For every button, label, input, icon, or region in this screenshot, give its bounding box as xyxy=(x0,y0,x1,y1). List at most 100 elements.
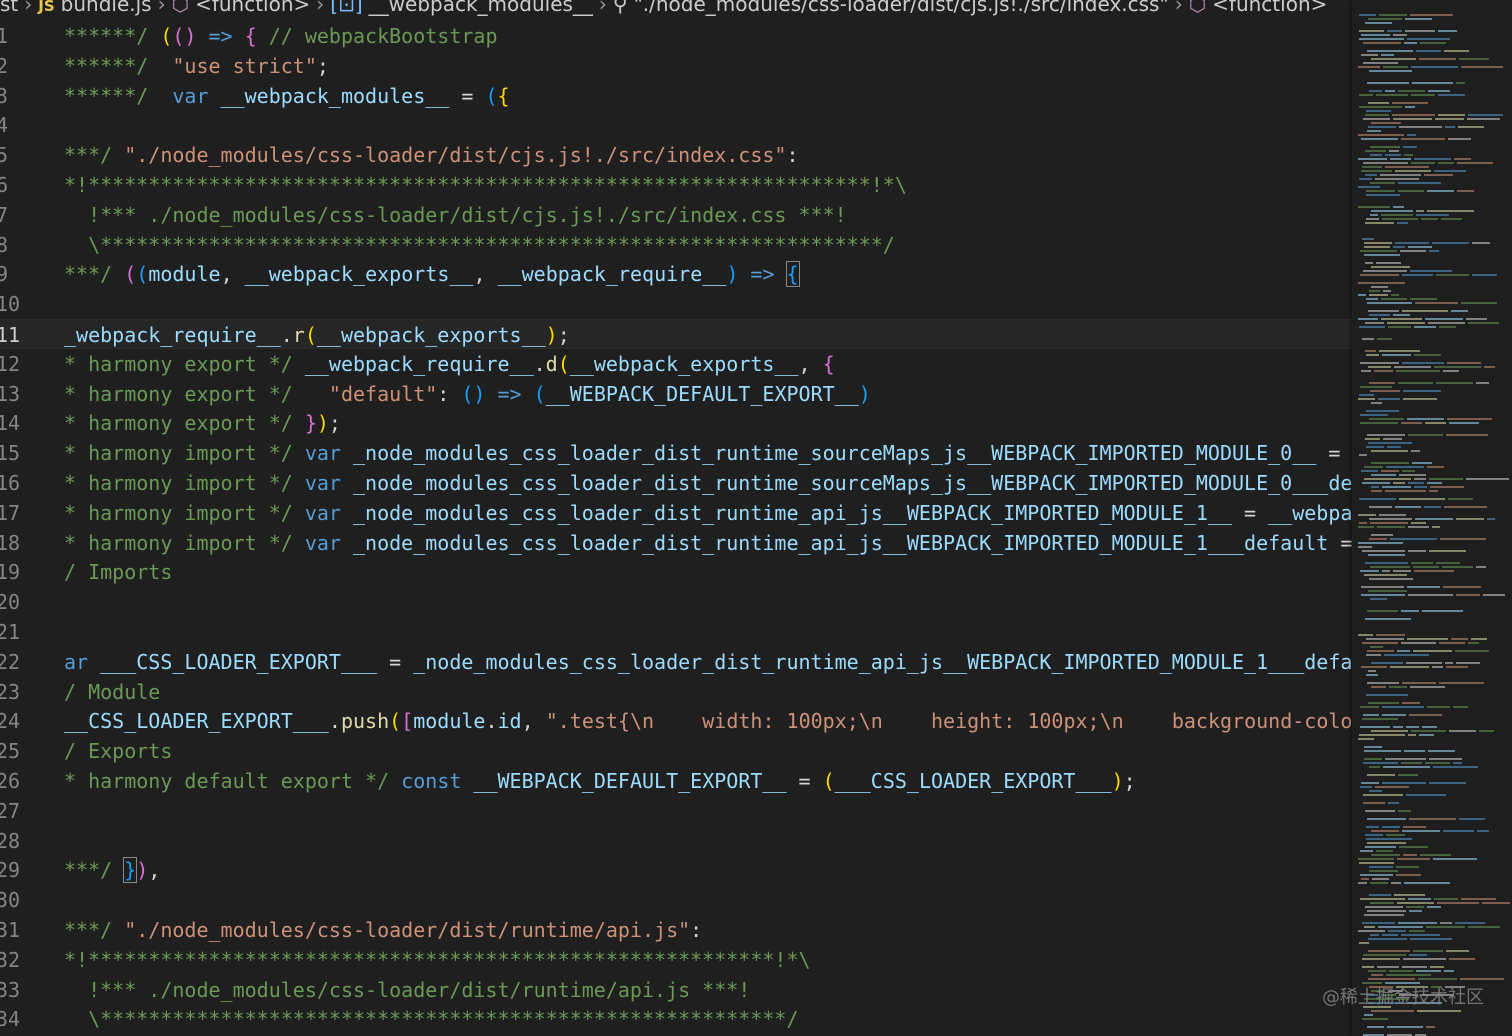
code-line[interactable]: 11 _webpack_require__.r(__webpack_exports… xyxy=(0,319,1352,349)
code-token: !*** ./node_modules/css-loader/dist/runt… xyxy=(64,977,751,1002)
minimap-line xyxy=(1468,322,1499,324)
code-line[interactable]: 24 __CSS_LOADER_EXPORT___.push([module.id… xyxy=(0,706,1352,736)
code-line[interactable]: 14 * harmony export */ }); xyxy=(0,408,1352,438)
code-line[interactable]: 10 xyxy=(0,289,1352,319)
minimap-line xyxy=(1364,750,1401,752)
code-text: ******/ "use strict"; xyxy=(64,51,329,81)
code-line[interactable]: 20 xyxy=(0,587,1352,617)
minimap-line xyxy=(1399,498,1445,500)
minimap-line xyxy=(1359,326,1385,328)
breadcrumb-item[interactable]: ⚲ "./node_modules/css-loader/dist/cjs.js!… xyxy=(613,0,1169,16)
code-line[interactable]: 29 ***/ }), xyxy=(0,855,1352,885)
minimap-line xyxy=(1393,314,1410,316)
code-editor[interactable]: 1 ******/ (() => { // webpackBootstrap 2 **… xyxy=(0,21,1352,1036)
code-line[interactable]: 9 ***/ ((module, __webpack_exports__, __w… xyxy=(0,259,1352,289)
code-text: * harmony import */ var _node_modules_cs… xyxy=(64,528,1352,558)
code-token: var xyxy=(304,471,341,495)
code-line[interactable]: 27 xyxy=(0,796,1352,826)
minimap[interactable] xyxy=(1352,0,1512,1036)
minimap-line xyxy=(1409,714,1442,716)
minimap-line xyxy=(1370,390,1400,392)
chevron-right-icon: › xyxy=(24,0,33,16)
minimap-line xyxy=(1432,242,1469,244)
code-line[interactable]: 8 \*************************************… xyxy=(0,230,1352,260)
breadcrumb-item[interactable]: st xyxy=(0,0,18,16)
minimap-line xyxy=(1369,870,1398,872)
minimap-line xyxy=(1476,566,1486,568)
minimap-line xyxy=(1402,274,1433,276)
minimap-line xyxy=(1361,470,1378,472)
code-line[interactable]: 3 ******/ var __webpack_modules__ = ({ xyxy=(0,81,1352,111)
code-line[interactable]: 2 ******/ "use strict"; xyxy=(0,51,1352,81)
code-line[interactable]: 26 * harmony default export */ const __WE… xyxy=(0,766,1352,796)
minimap-line xyxy=(1449,730,1476,732)
minimap-line xyxy=(1449,422,1479,424)
minimap-line xyxy=(1407,586,1440,588)
minimap-line xyxy=(1366,194,1400,196)
code-text: * harmony import */ var _node_modules_cs… xyxy=(64,468,1352,498)
code-line[interactable]: 33 !*** ./node_modules/css-loader/dist/r… xyxy=(0,975,1352,1005)
code-line[interactable]: 5 ***/ "./node_modules/css-loader/dist/cj… xyxy=(0,140,1352,170)
minimap-line xyxy=(1369,294,1388,296)
code-line[interactable]: 4 xyxy=(0,110,1352,140)
breadcrumb-item[interactable]: [⊡] __webpack_modules__ xyxy=(330,0,593,16)
code-token: , xyxy=(798,351,823,376)
line-number: 11 xyxy=(0,323,21,347)
code-line[interactable]: 13 * harmony export */ "default": () => (… xyxy=(0,379,1352,409)
minimap-line xyxy=(1398,182,1441,184)
code-line[interactable]: 25 / Exports xyxy=(0,736,1352,766)
minimap-line xyxy=(1380,174,1421,176)
code-line[interactable]: 16 * harmony import */ var _node_modules_… xyxy=(0,468,1352,498)
code-line[interactable]: 23 / Module xyxy=(0,677,1352,707)
code-line[interactable]: 6 *!*************************************… xyxy=(0,170,1352,200)
code-line[interactable]: 34 \************************************… xyxy=(0,1004,1352,1034)
code-token: => xyxy=(196,24,245,48)
breadcrumb: st › JS bundle.js › ⬡ <function> › [⊡] __webpack_… xyxy=(0,0,1512,18)
code-token: * harmony export */ xyxy=(64,411,305,436)
minimap-line xyxy=(1424,174,1453,176)
minimap-line xyxy=(1360,422,1398,424)
breadcrumb-item[interactable]: ⬡ <function> xyxy=(172,0,311,16)
code-line[interactable]: 22 ar ___CSS_LOADER_EXPORT___ = _node_mod… xyxy=(0,647,1352,677)
minimap-line xyxy=(1468,642,1479,644)
function-cube-icon: ⬡ xyxy=(1188,0,1207,16)
code-line[interactable]: 18 * harmony import */ var _node_modules_… xyxy=(0,528,1352,558)
code-line[interactable]: 28 xyxy=(0,826,1352,856)
minimap-line xyxy=(1455,922,1485,924)
minimap-line xyxy=(1439,326,1456,328)
minimap-line xyxy=(1388,326,1411,328)
code-line[interactable]: 19 / Imports xyxy=(0,557,1352,587)
minimap-line xyxy=(1379,514,1406,516)
code-line[interactable]: 31 ***/ "./node_modules/css-loader/dist/r… xyxy=(0,915,1352,945)
line-number: 22 xyxy=(0,649,21,674)
js-file-icon: JS xyxy=(38,0,55,15)
minimap-line xyxy=(1479,730,1494,732)
code-line[interactable]: 21 xyxy=(0,617,1352,647)
minimap-line xyxy=(1358,930,1385,932)
minimap-line xyxy=(1389,970,1413,972)
minimap-line xyxy=(1397,650,1410,652)
minimap-line xyxy=(1374,370,1393,372)
code-token: ***/ xyxy=(64,262,125,287)
code-line[interactable]: 15 * harmony import */ var _node_modules_… xyxy=(0,438,1352,468)
code-token: ******/ xyxy=(64,24,161,48)
minimap-line xyxy=(1383,766,1430,768)
breadcrumb-item[interactable]: JS bundle.js xyxy=(38,0,151,16)
code-line[interactable]: 12 * harmony export */ __webpack_require_… xyxy=(0,349,1352,379)
code-line[interactable]: 17 * harmony import */ var _node_modules_… xyxy=(0,498,1352,528)
minimap-line xyxy=(1401,610,1419,612)
chevron-right-icon: › xyxy=(157,0,166,16)
code-token: _node_modules_css_loader_dist_runtime_ap… xyxy=(340,500,1232,525)
code-line[interactable]: 1 ******/ (() => { // webpackBootstrap xyxy=(0,21,1352,51)
breadcrumb-item[interactable]: ⬡ <function> xyxy=(1189,0,1328,16)
code-line[interactable]: 32 *!************************************… xyxy=(0,945,1352,975)
minimap-line xyxy=(1368,670,1376,672)
code-token: *!**************************************… xyxy=(64,947,811,972)
code-line[interactable]: 30 xyxy=(0,885,1352,915)
minimap-line xyxy=(1359,106,1402,108)
code-line[interactable]: 7 !*** ./node_modules/css-loader/dist/cj… xyxy=(0,200,1352,230)
code-token: : xyxy=(690,918,703,942)
line-number: 29 xyxy=(0,858,21,883)
minimap-line xyxy=(1460,978,1504,980)
minimap-line xyxy=(1429,250,1439,252)
